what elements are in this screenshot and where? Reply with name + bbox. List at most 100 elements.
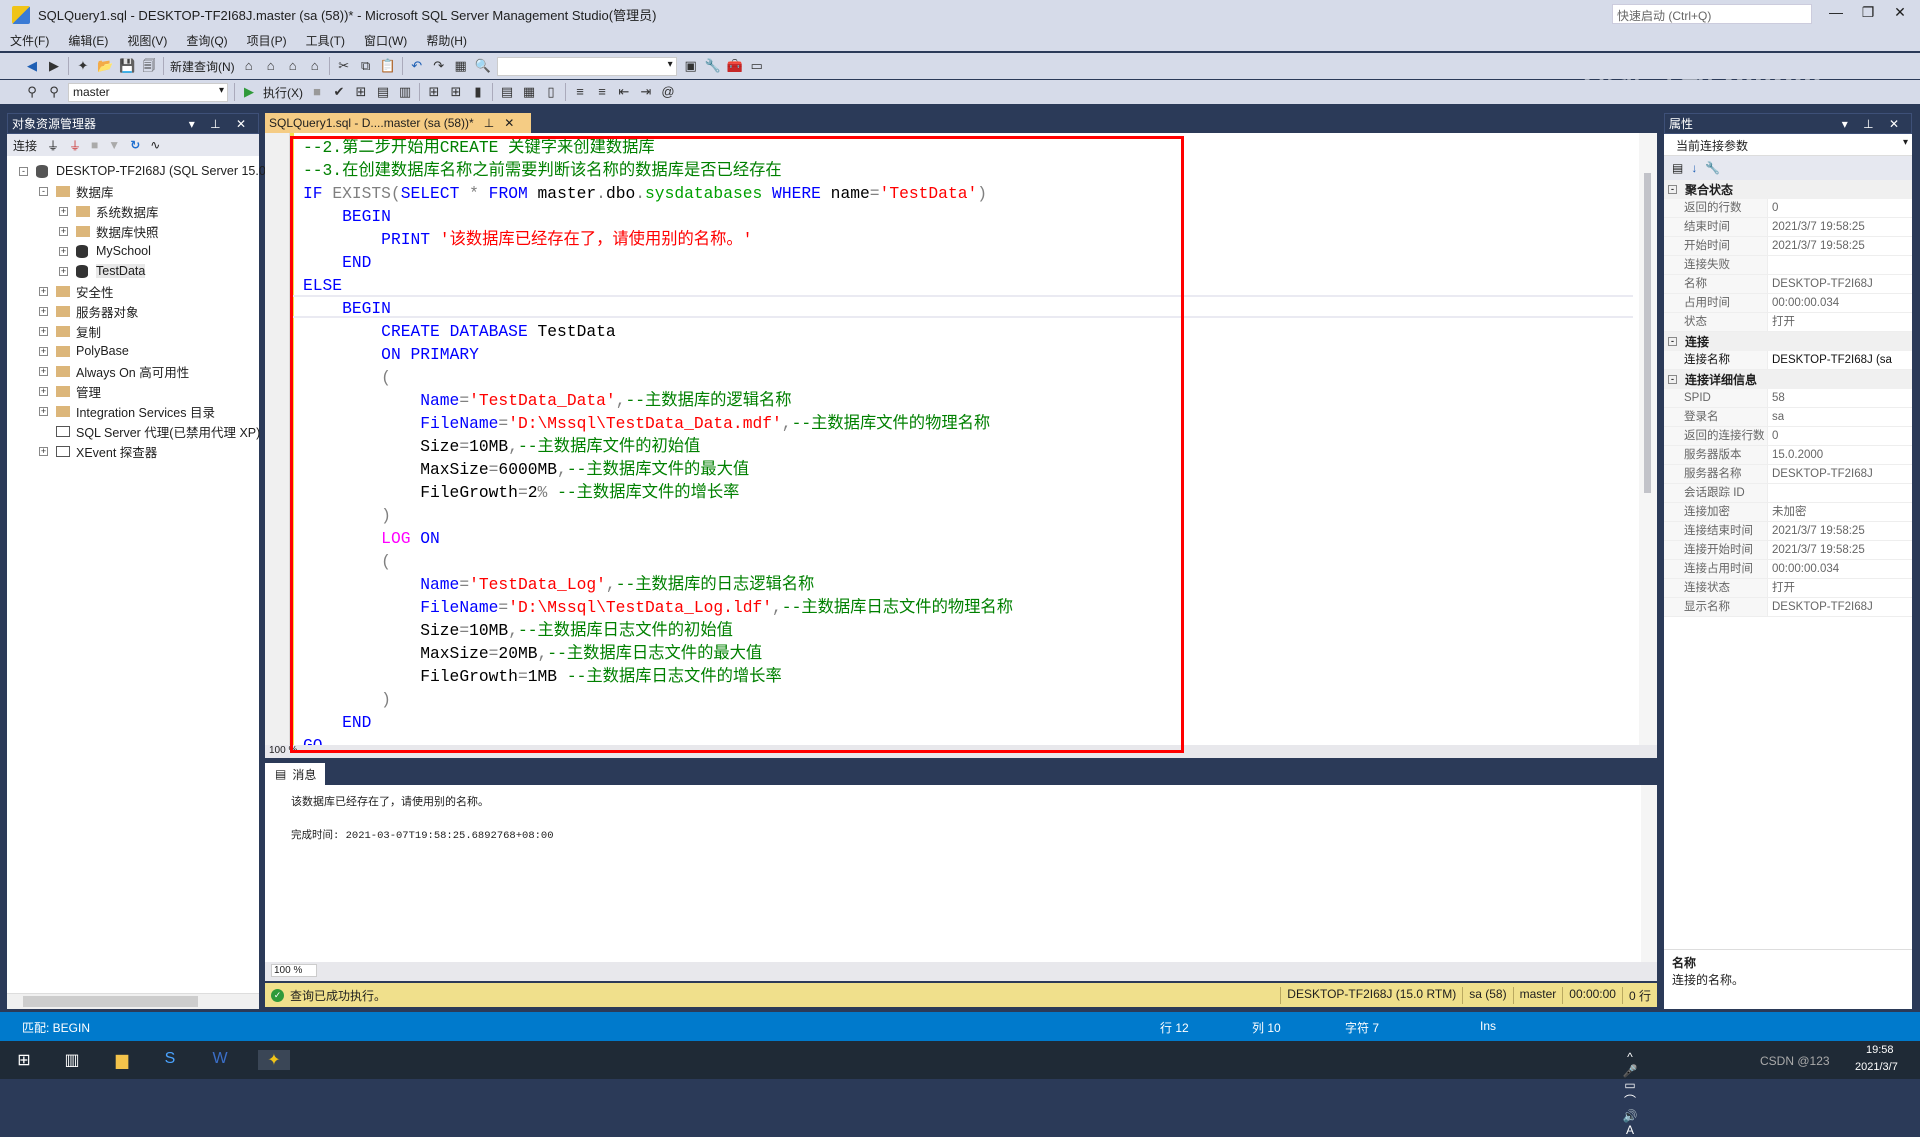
connect-icon[interactable]: ⚲ bbox=[24, 84, 40, 100]
categorized-icon[interactable]: ▤ bbox=[1672, 161, 1683, 175]
code-line[interactable]: --3.在创建数据库名称之前需要判断该名称的数据库是否已经存在 bbox=[303, 159, 1013, 182]
menu-tools[interactable]: 工具(T) bbox=[306, 32, 345, 49]
expand-icon[interactable]: + bbox=[39, 326, 48, 336]
property-row[interactable]: 服务器名称 DESKTOP-TF2I68J bbox=[1664, 465, 1912, 484]
specify-values-icon[interactable]: @ bbox=[660, 84, 676, 100]
execute-button[interactable]: 执行(X) bbox=[263, 84, 303, 101]
disconnect-icon[interactable]: ⏚ bbox=[69, 137, 81, 154]
ssms-taskbar-icon[interactable]: ✦ bbox=[258, 1050, 290, 1070]
tree-item[interactable]: + TestData bbox=[7, 261, 259, 281]
code-line[interactable]: IF EXISTS(SELECT * FROM master.dbo.sysda… bbox=[303, 182, 1013, 205]
code-line[interactable]: END bbox=[303, 251, 1013, 274]
property-row[interactable]: 开始时间 2021/3/7 19:58:25 bbox=[1664, 237, 1912, 256]
menu-view[interactable]: 视图(V) bbox=[127, 32, 167, 49]
tree-item[interactable]: + Always On 高可用性 bbox=[7, 361, 259, 381]
editor-zoom-select[interactable]: 100 % bbox=[265, 745, 297, 756]
refresh-icon[interactable]: ↻ bbox=[130, 138, 140, 152]
property-row[interactable]: 连接结束时间 2021/3/7 19:58:25 bbox=[1664, 522, 1912, 541]
file-explorer-icon[interactable]: ▆ bbox=[112, 1050, 132, 1070]
tab-sqlquery1[interactable]: SQLQuery1.sql - D....master (sa (58))* ⊥… bbox=[265, 113, 531, 133]
property-category[interactable]: - 连接 bbox=[1664, 332, 1912, 351]
property-row[interactable]: 返回的连接行数 0 bbox=[1664, 427, 1912, 446]
quick-launch-input[interactable]: 快速启动 (Ctrl+Q) bbox=[1612, 4, 1812, 24]
intellisense-icon[interactable]: ▥ bbox=[397, 84, 413, 100]
stop-icon[interactable]: ■ bbox=[91, 138, 98, 152]
property-row[interactable]: SPID 58 bbox=[1664, 389, 1912, 408]
solution-explorer-icon[interactable]: ▣ bbox=[683, 58, 699, 74]
scrollbar-thumb[interactable] bbox=[23, 996, 198, 1007]
results-text-icon[interactable]: ▤ bbox=[499, 84, 515, 100]
expand-icon[interactable]: + bbox=[39, 306, 48, 316]
tree-item[interactable]: - DESKTOP-TF2I68J (SQL Server 15.0 bbox=[7, 161, 266, 181]
menu-window[interactable]: 窗口(W) bbox=[364, 32, 407, 49]
query-options-icon[interactable]: ▤ bbox=[375, 84, 391, 100]
results-grid-icon[interactable]: ▦ bbox=[521, 84, 537, 100]
dax-query-icon[interactable]: ⌂ bbox=[307, 58, 323, 74]
vertical-scrollbar[interactable] bbox=[1641, 785, 1657, 962]
property-row[interactable]: 登录名 sa bbox=[1664, 408, 1912, 427]
tree-item[interactable]: + 复制 bbox=[7, 321, 259, 341]
collapse-icon[interactable]: - bbox=[19, 166, 28, 176]
property-category[interactable]: - 连接详细信息 bbox=[1664, 370, 1912, 389]
activity-monitor-icon[interactable]: ▦ bbox=[453, 58, 469, 74]
restore-button[interactable]: ❐ bbox=[1854, 4, 1882, 24]
property-category[interactable]: - 聚合状态 bbox=[1664, 180, 1912, 199]
code-line[interactable]: BEGIN bbox=[303, 205, 1013, 228]
expand-icon[interactable]: + bbox=[59, 226, 68, 236]
tree-item[interactable]: - 数据库 bbox=[7, 181, 259, 201]
new-query-button[interactable]: 新建查询(N) bbox=[170, 58, 235, 75]
open-file-icon[interactable]: 📂 bbox=[97, 58, 113, 74]
code-line[interactable]: ON PRIMARY bbox=[303, 343, 1013, 366]
expand-icon[interactable]: + bbox=[59, 266, 68, 276]
expand-icon[interactable]: + bbox=[39, 286, 48, 296]
expand-icon[interactable]: + bbox=[39, 386, 48, 396]
code-line[interactable]: FileName='D:\Mssql\TestData_Log.ldf',--主… bbox=[303, 596, 1013, 619]
tree-item[interactable]: + 数据库快照 bbox=[7, 221, 259, 241]
alphabetical-sort-icon[interactable]: ↓ bbox=[1691, 161, 1697, 175]
tab-close-icon[interactable]: ✕ bbox=[504, 116, 514, 130]
find-icon[interactable]: 🔍 bbox=[475, 58, 491, 74]
output-window-icon[interactable]: ▭ bbox=[749, 58, 765, 74]
code-line[interactable]: FileName='D:\Mssql\TestData_Data.mdf',--… bbox=[303, 412, 1013, 435]
task-view-icon[interactable]: ▥ bbox=[62, 1050, 82, 1070]
execute-icon[interactable]: ▶ bbox=[241, 84, 257, 100]
clock-date[interactable]: 2021/3/7 bbox=[1855, 1061, 1898, 1073]
code-line[interactable]: MaxSize=6000MB,--主数据库文件的最大值 bbox=[303, 458, 1013, 481]
mdx-query-icon[interactable]: ⌂ bbox=[241, 58, 257, 74]
code-line[interactable]: --2.第二步开始用CREATE 关键字来创建数据库 bbox=[303, 136, 1013, 159]
code-line[interactable]: PRINT '该数据库已经存在了，请使用别的名称。' bbox=[303, 228, 1013, 251]
sql-editor[interactable]: --2.第二步开始用CREATE 关键字来创建数据库 --3.在创建数据库名称之前… bbox=[265, 133, 1657, 758]
code-line[interactable]: ( bbox=[303, 366, 1013, 389]
database-select[interactable]: master bbox=[68, 82, 228, 102]
find-combo[interactable] bbox=[496, 56, 677, 76]
change-connection-icon[interactable]: ⚲ bbox=[46, 84, 62, 100]
property-row[interactable]: 连接状态 打开 bbox=[1664, 579, 1912, 598]
cut-icon[interactable]: ✂ bbox=[336, 58, 352, 74]
code-line[interactable]: ) bbox=[303, 504, 1013, 527]
activity-icon[interactable]: ∿ bbox=[150, 138, 160, 152]
code-line[interactable]: LOG ON bbox=[303, 527, 1013, 550]
tree-item[interactable]: + 管理 bbox=[7, 381, 259, 401]
clock-time[interactable]: 19:58 bbox=[1866, 1044, 1894, 1056]
code-line[interactable]: BEGIN bbox=[303, 297, 1013, 320]
toolbox-icon[interactable]: 🧰 bbox=[727, 58, 743, 74]
code-line[interactable]: ELSE bbox=[303, 274, 1013, 297]
results-zoom-select[interactable]: 100 % bbox=[271, 964, 318, 977]
tree-item[interactable]: + 服务器对象 bbox=[7, 301, 259, 321]
code-line[interactable]: FileGrowth=2% --主数据库文件的增长率 bbox=[303, 481, 1013, 504]
property-row[interactable]: 名称 DESKTOP-TF2I68J bbox=[1664, 275, 1912, 294]
expand-icon[interactable]: + bbox=[59, 206, 68, 216]
code-line[interactable]: Size=10MB,--主数据库日志文件的初始值 bbox=[303, 619, 1013, 642]
code-line[interactable]: END bbox=[303, 711, 1013, 734]
expand-icon[interactable]: + bbox=[39, 406, 48, 416]
code-area[interactable]: --2.第二步开始用CREATE 关键字来创建数据库 --3.在创建数据库名称之前… bbox=[303, 136, 1013, 757]
expand-icon[interactable]: + bbox=[39, 366, 48, 376]
uncomment-icon[interactable]: ≡ bbox=[594, 84, 610, 100]
parse-icon[interactable]: ✔ bbox=[331, 84, 347, 100]
property-row[interactable]: 返回的行数 0 bbox=[1664, 199, 1912, 218]
close-button[interactable]: ✕ bbox=[1886, 4, 1914, 24]
redo-icon[interactable]: ↷ bbox=[431, 58, 447, 74]
undo-icon[interactable]: ↶ bbox=[409, 58, 425, 74]
tree-item[interactable]: + 安全性 bbox=[7, 281, 259, 301]
property-row[interactable]: 连接占用时间 00:00:00.034 bbox=[1664, 560, 1912, 579]
